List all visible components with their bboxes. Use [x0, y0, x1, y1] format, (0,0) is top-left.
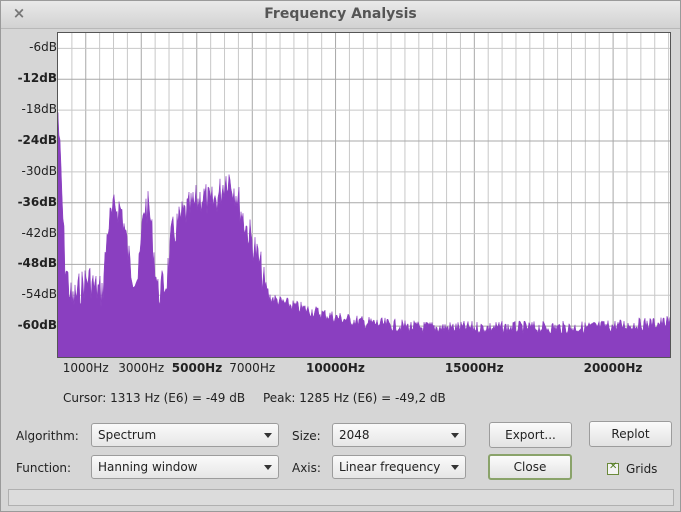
- y-axis-labels: -6dB -12dB -18dB -24dB -30dB -36dB -42dB -48dB -…: [1, 1, 57, 371]
- export-button[interactable]: Export...: [489, 422, 572, 448]
- spectrum-plot[interactable]: [57, 32, 671, 358]
- function-value: Hanning window: [98, 460, 198, 474]
- title-bar: × Frequency Analysis: [1, 1, 680, 29]
- x-axis-labels: 1000Hz 3000Hz 5000Hz 7000Hz 10000Hz 15000Hz 20…: [1, 361, 681, 381]
- y-tick-label: -54dB: [21, 287, 57, 302]
- x-tick-label: 10000Hz: [306, 361, 365, 375]
- frequency-analysis-window: × Frequency Analysis -6dB -12dB -18dB -24dB…: [0, 0, 681, 512]
- dropdown-arrow-icon: [451, 433, 459, 438]
- x-tick-label: 20000Hz: [583, 361, 643, 375]
- replot-button[interactable]: Replot: [589, 421, 672, 447]
- y-tick-label: -12dB: [17, 71, 57, 86]
- y-tick-label: -18dB: [21, 102, 57, 117]
- y-tick-label: -42dB: [21, 225, 57, 240]
- x-tick-label: 1000Hz: [62, 361, 109, 375]
- x-tick-label: 15000Hz: [444, 361, 504, 375]
- algorithm-label: Algorithm:: [16, 429, 79, 443]
- x-tick-label: 7000Hz: [229, 361, 276, 375]
- status-bar: [8, 489, 674, 506]
- dropdown-arrow-icon: [264, 433, 272, 438]
- y-tick-label: -30dB: [21, 163, 57, 178]
- cursor-readout: Cursor: 1313 Hz (E6) = -49 dB: [63, 391, 246, 405]
- x-tick-label: 3000Hz: [118, 361, 165, 375]
- spectrum-area: [58, 112, 670, 357]
- grids-label: Grids: [626, 462, 658, 476]
- size-select[interactable]: 2048: [332, 423, 466, 447]
- y-tick-label: -6dB: [29, 40, 57, 55]
- axis-value: Linear frequency: [339, 460, 441, 474]
- dropdown-arrow-icon: [264, 465, 272, 470]
- close-button[interactable]: Close: [488, 454, 572, 480]
- y-tick-label: -36dB: [17, 194, 57, 209]
- grids-checkbox[interactable]: [607, 461, 619, 475]
- algorithm-select[interactable]: Spectrum: [91, 423, 279, 447]
- spectrum-svg[interactable]: [58, 33, 670, 357]
- axis-select[interactable]: Linear frequency: [332, 455, 466, 479]
- y-tick-label: -24dB: [17, 133, 57, 147]
- readout-line: Cursor: 1313 Hz (E6) = -49 dB Peak: 1285…: [63, 391, 460, 405]
- function-label: Function:: [16, 461, 72, 475]
- function-select[interactable]: Hanning window: [91, 455, 279, 479]
- axis-label: Axis:: [292, 461, 321, 475]
- size-label: Size:: [292, 429, 321, 443]
- x-tick-label: 5000Hz: [171, 361, 223, 375]
- window-title: Frequency Analysis: [264, 6, 417, 22]
- algorithm-value: Spectrum: [98, 428, 157, 442]
- dropdown-arrow-icon: [451, 465, 459, 470]
- size-value: 2048: [339, 428, 370, 442]
- peak-readout: Peak: 1285 Hz (E6) = -49,2 dB: [262, 391, 446, 405]
- y-tick-label: -48dB: [17, 256, 57, 271]
- y-tick-label: -60dB: [17, 318, 57, 333]
